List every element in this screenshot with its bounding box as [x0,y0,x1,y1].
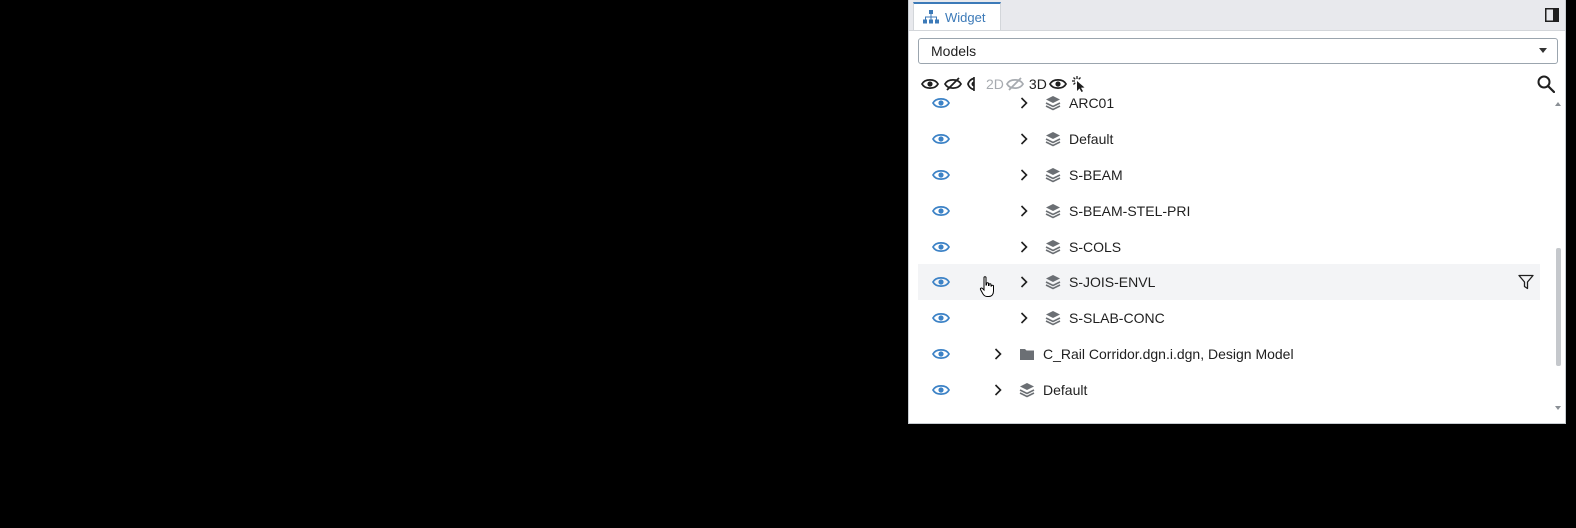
scroll-down-icon[interactable] [1555,406,1561,410]
chevron-right-icon[interactable] [1020,276,1028,288]
chevron-down-icon [1539,48,1547,53]
tree-row[interactable]: C_Rail Corridor.dgn.i.dgn, Design Model [918,336,1540,372]
tree-row[interactable]: Default [918,121,1540,157]
eye-half-icon [967,77,975,91]
dock-panel-icon[interactable] [1545,8,1559,22]
scroll-thumb[interactable] [1556,248,1561,366]
models-select-value: Models [931,43,977,59]
eye-icon[interactable] [932,275,950,289]
tab-widget-label: Widget [945,9,986,25]
layers-icon [1045,204,1061,219]
eye-icon[interactable] [932,132,950,146]
layers-icon [1045,311,1061,326]
eye-icon[interactable] [932,347,950,361]
tab-widget[interactable]: Widget [913,2,1001,30]
widget-panel: Widget Models 2D 3D ARC01 Default S-BEAM… [908,0,1566,424]
filter-icon[interactable] [1518,274,1534,290]
eye-off-icon [944,77,962,91]
chevron-right-icon[interactable] [994,384,1002,396]
chevron-right-icon[interactable] [1020,133,1028,145]
tree-row[interactable]: S-BEAM-STEL-PRI [918,193,1540,229]
visibility-toolbar: 2D 3D [921,73,1091,95]
chevron-right-icon[interactable] [1020,169,1028,181]
eye-icon[interactable] [932,383,950,397]
eye-icon[interactable] [932,168,950,182]
layers-icon [1045,132,1061,147]
tree-row[interactable]: ARC01 [918,94,1540,121]
eye-off-icon [1005,77,1024,91]
tree-row-label: S-JOIS-ENVL [1069,274,1156,290]
hide-all-button[interactable] [944,74,962,94]
eye-icon [1048,78,1067,90]
toggle-2d-label: 2D [986,76,1004,92]
tree-row-label: Default [1043,382,1088,398]
hierarchy-icon [923,10,939,24]
toggle-3d-label: 3D [1028,76,1047,92]
chevron-right-icon[interactable] [1020,97,1028,109]
tree-row-label: ARC01 [1069,95,1115,111]
tree-row-label: C_Rail Corridor.dgn.i.dgn, Design Model [1043,346,1294,362]
chevron-right-icon[interactable] [1020,241,1028,253]
tree-row[interactable]: S-BEAM [918,157,1540,193]
layers-icon [1045,275,1061,290]
layers-icon [1019,383,1035,398]
tree-row[interactable]: S-SLAB-CONC [918,300,1540,336]
tree-row[interactable]: Default [918,372,1540,408]
tree-row-label: S-BEAM-STEL-PRI [1069,203,1191,219]
toggle-2d-button[interactable]: 2D [986,74,1024,94]
tree-row-label: Default [1069,131,1114,147]
layers-icon [1045,168,1061,183]
eye-icon[interactable] [932,96,950,110]
cursor-click-icon [1071,76,1085,92]
models-tree: ARC01 Default S-BEAM S-BEAM-STEL-PRI S-COLS S… [909,94,1549,420]
models-select[interactable]: Models [918,38,1558,64]
tree-row[interactable]: S-JOIS-ENVL [918,264,1540,300]
tree-row-label: S-COLS [1069,239,1122,255]
invert-visibility-button[interactable] [967,74,981,94]
tree-row[interactable]: S-COLS [918,229,1540,265]
show-all-button[interactable] [921,74,939,94]
layers-icon [1045,96,1061,111]
chevron-right-icon[interactable] [1020,312,1028,324]
layers-icon [1045,240,1061,255]
tree-scrollbar[interactable] [1552,96,1564,416]
chevron-right-icon[interactable] [994,348,1002,360]
eye-icon[interactable] [932,240,950,254]
toggle-3d-button[interactable]: 3D [1029,74,1067,94]
eye-icon[interactable] [932,311,950,325]
search-icon[interactable] [1537,75,1555,93]
tree-row-label: S-SLAB-CONC [1069,310,1165,326]
eye-icon [921,78,939,90]
eye-icon[interactable] [932,204,950,218]
isolate-selected-button[interactable] [1071,74,1086,94]
folder-icon [1020,349,1034,360]
tree-row-label: S-BEAM [1069,167,1123,183]
hand-pointer-icon [979,276,994,297]
tab-bar: Widget [909,0,1565,31]
scroll-up-icon[interactable] [1555,102,1561,106]
chevron-right-icon[interactable] [1020,205,1028,217]
